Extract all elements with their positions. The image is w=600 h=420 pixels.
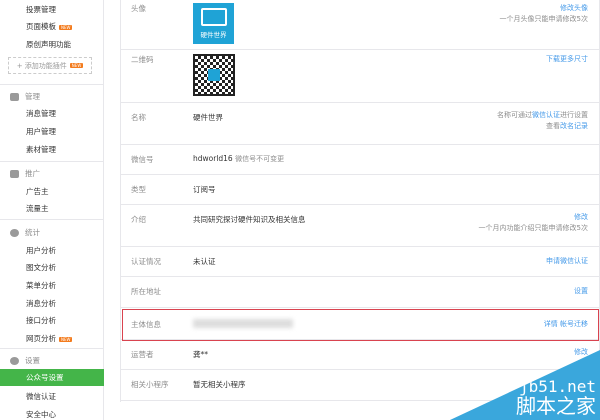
sidebar-item[interactable]: 菜单分析 bbox=[26, 280, 56, 291]
label: + 添加功能插件 bbox=[16, 61, 67, 70]
avatar-actions: 修改头像一个月头像只能申请修改5次 bbox=[500, 3, 588, 25]
intro-actions: 修改一个月内功能介绍只能申请修改5次 bbox=[479, 212, 588, 234]
wechat-id: hdworld16 bbox=[193, 154, 233, 163]
edit-operator-link[interactable]: 修改 bbox=[574, 348, 588, 356]
note: 微信号不可变更 bbox=[235, 155, 285, 163]
label: 二维码 bbox=[131, 55, 154, 64]
label: 统计 bbox=[25, 228, 40, 237]
megaphone-icon bbox=[10, 169, 19, 178]
label: 推广 bbox=[25, 169, 40, 178]
divider bbox=[0, 348, 104, 349]
sidebar-item-page-template[interactable]: 页面模板 NEW bbox=[26, 21, 73, 32]
sidebar-item[interactable]: 广告主 bbox=[26, 186, 49, 197]
value: 共同研究探讨硬件知识及相关信息 bbox=[193, 215, 306, 224]
add-plugin-button[interactable]: + 添加功能插件 NEW bbox=[8, 57, 92, 74]
row-operator: 运营者 龚** 修改 bbox=[121, 340, 600, 370]
avatar-image: 硬件世界 bbox=[193, 3, 234, 44]
label: 运营者 bbox=[131, 350, 154, 359]
label: 页面模板 bbox=[26, 22, 56, 31]
note: 一个月头像只能申请修改5次 bbox=[499, 15, 588, 23]
sidebar-item[interactable]: 流量主 bbox=[26, 203, 49, 214]
sidebar-item[interactable]: 微信认证 bbox=[26, 391, 56, 402]
value: 硬件世界 bbox=[193, 113, 223, 122]
new-badge: NEW bbox=[59, 336, 73, 342]
section-stats: 统计 bbox=[10, 227, 40, 238]
new-badge: NEW bbox=[69, 63, 84, 68]
label: 相关小程序 bbox=[131, 380, 169, 389]
name-notes: 名称可通过微信认证进行设置 查看改名记录 bbox=[497, 110, 588, 132]
change-avatar-link[interactable]: 修改头像 bbox=[560, 4, 588, 12]
sidebar-item[interactable]: 图文分析 bbox=[26, 262, 56, 273]
sidebar-item-original[interactable]: 原创声明功能 bbox=[26, 39, 71, 50]
label: 所在地址 bbox=[131, 287, 161, 296]
sidebar-item[interactable]: 用户管理 bbox=[26, 126, 56, 137]
row-qrcode: 二维码 下载更多尺寸 bbox=[121, 50, 600, 103]
row-wechat-id: 微信号 hdworld16 微信号不可变更 bbox=[121, 145, 600, 175]
label: 微信号 bbox=[131, 155, 154, 164]
sidebar-item[interactable]: 网页分析 NEW bbox=[26, 333, 73, 344]
label: 认证情况 bbox=[131, 257, 161, 266]
sidebar-item-account-settings[interactable]: 公众号设置 bbox=[0, 369, 104, 386]
wechat-verify-link[interactable]: 微信认证 bbox=[532, 111, 560, 119]
qrcode-logo bbox=[208, 69, 220, 81]
sidebar-item[interactable]: 用户分析 bbox=[26, 245, 56, 256]
divider bbox=[0, 219, 104, 220]
value: 暂无相关小程序 bbox=[193, 380, 246, 389]
apply-verify-link[interactable]: 申请微信认证 bbox=[546, 257, 588, 265]
value: 未认证 bbox=[193, 257, 216, 266]
operator-actions: 修改 bbox=[574, 347, 588, 358]
sidebar: 投票管理 页面模板 NEW 原创声明功能 + 添加功能插件 NEW 管理 消息管理 … bbox=[0, 0, 104, 420]
sidebar-item[interactable]: 消息分析 bbox=[26, 298, 56, 309]
note: 一个月内功能介绍只能申请修改5次 bbox=[478, 224, 588, 232]
address-actions: 设置 bbox=[574, 286, 588, 297]
label: 设置 bbox=[25, 356, 40, 365]
sidebar-item[interactable]: 素材管理 bbox=[26, 144, 56, 155]
label: 网页分析 bbox=[26, 334, 56, 343]
chart-icon bbox=[10, 228, 19, 237]
section-settings: 设置 bbox=[10, 355, 40, 366]
sidebar-item[interactable]: 消息管理 bbox=[26, 108, 56, 119]
label: 类型 bbox=[131, 185, 146, 194]
note: 进行设置 bbox=[560, 111, 588, 119]
edit-intro-link[interactable]: 修改 bbox=[574, 213, 588, 221]
divider bbox=[0, 161, 104, 162]
row-intro: 介绍 共同研究探讨硬件知识及相关信息 修改一个月内功能介绍只能申请修改5次 bbox=[121, 205, 600, 247]
note: 查看 bbox=[546, 122, 560, 130]
value: 订阅号 bbox=[193, 185, 216, 194]
sidebar-item[interactable]: 接口分析 bbox=[26, 315, 56, 326]
set-address-link[interactable]: 设置 bbox=[574, 287, 588, 295]
section-promote: 推广 bbox=[10, 168, 40, 179]
watermark-text: 脚本之家 bbox=[516, 394, 596, 418]
verify-actions: 申请微信认证 bbox=[546, 256, 588, 267]
highlight-box bbox=[122, 309, 599, 341]
download-sizes-link[interactable]: 下载更多尺寸 bbox=[546, 55, 588, 63]
inbox-icon bbox=[10, 92, 19, 101]
divider bbox=[0, 84, 104, 85]
qrcode-image bbox=[193, 54, 235, 96]
row-name: 名称 硬件世界 名称可通过微信认证进行设置 查看改名记录 bbox=[121, 103, 600, 145]
label: 名称 bbox=[131, 113, 146, 122]
account-info-panel: 头像 硬件世界 修改头像一个月头像只能申请修改5次 二维码 下载更多尺寸 名称 … bbox=[120, 0, 600, 402]
rename-history-link[interactable]: 改名记录 bbox=[560, 122, 588, 130]
value: hdworld16 微信号不可变更 bbox=[193, 154, 284, 164]
logo-text: 硬件世界 bbox=[200, 31, 227, 39]
sidebar-item[interactable]: 安全中心 bbox=[26, 409, 56, 420]
row-verify: 认证情况 未认证 申请微信认证 bbox=[121, 247, 600, 277]
computer-icon bbox=[200, 8, 227, 26]
gear-icon bbox=[10, 356, 19, 365]
row-address: 所在地址 设置 bbox=[121, 277, 600, 308]
section-manage: 管理 bbox=[10, 91, 40, 102]
value: 龚** bbox=[193, 350, 208, 359]
new-badge: NEW bbox=[59, 24, 73, 30]
row-avatar: 头像 硬件世界 修改头像一个月头像只能申请修改5次 bbox=[121, 0, 600, 50]
sidebar-item-vote[interactable]: 投票管理 bbox=[26, 4, 56, 15]
label: 介绍 bbox=[131, 215, 146, 224]
label: 头像 bbox=[131, 4, 146, 13]
qrcode-actions: 下载更多尺寸 bbox=[546, 54, 588, 65]
note: 名称可通过 bbox=[497, 111, 532, 119]
row-type: 类型 订阅号 bbox=[121, 175, 600, 205]
label: 管理 bbox=[25, 92, 40, 101]
